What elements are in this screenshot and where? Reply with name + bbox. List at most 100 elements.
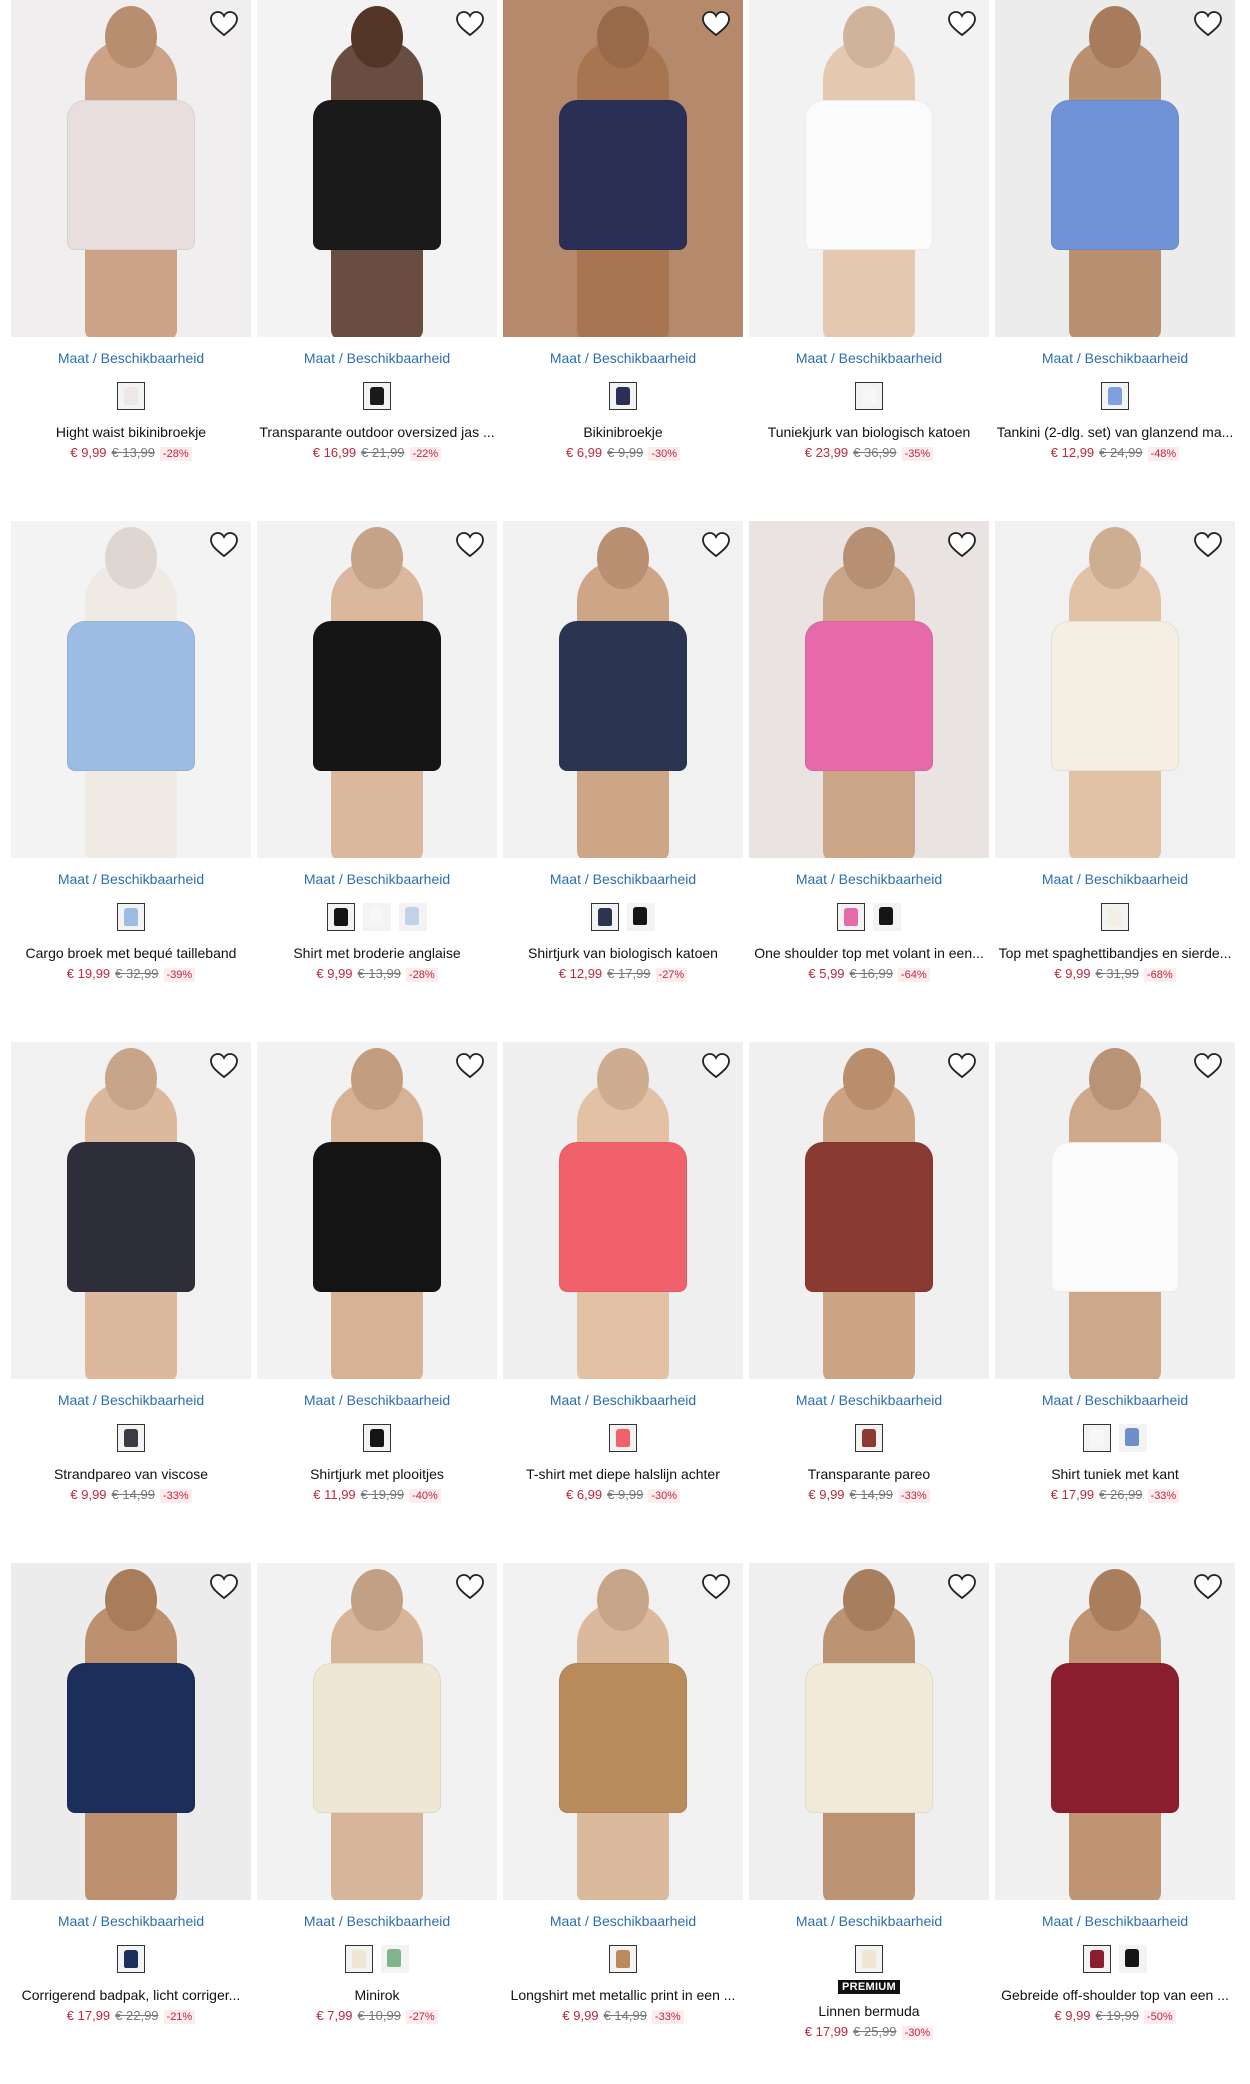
favorite-heart-icon[interactable]	[209, 531, 239, 559]
product-card[interactable]: Maat / Beschikbaarheid Shirt tuniek met …	[995, 1042, 1235, 1563]
product-name[interactable]: Tuniekjurk van biologisch katoen	[749, 424, 989, 440]
product-card[interactable]: Maat / Beschikbaarheid Minirok € 7,99 € 1…	[257, 1563, 497, 2084]
product-card[interactable]: Maat / Beschikbaarheid Hight waist bikin…	[11, 0, 251, 521]
product-card[interactable]: Maat / Beschikbaarheid Top met spaghetti…	[995, 521, 1235, 1042]
favorite-heart-icon[interactable]	[455, 531, 485, 559]
product-image[interactable]	[257, 521, 497, 858]
product-card[interactable]: Maat / Beschikbaarheid Longshirt met met…	[503, 1563, 743, 2084]
size-availability-link[interactable]: Maat / Beschikbaarheid	[11, 871, 251, 887]
product-card[interactable]: Maat / Beschikbaarheid PREMIUM Linnen be…	[749, 1563, 989, 2084]
size-availability-link[interactable]: Maat / Beschikbaarheid	[257, 350, 497, 366]
size-availability-link[interactable]: Maat / Beschikbaarheid	[257, 1913, 497, 1929]
favorite-heart-icon[interactable]	[455, 1052, 485, 1080]
product-card[interactable]: Maat / Beschikbaarheid Shirt met broderi…	[257, 521, 497, 1042]
product-name[interactable]: Strandpareo van viscose	[11, 1466, 251, 1482]
color-swatch[interactable]	[591, 903, 619, 931]
color-swatch[interactable]	[117, 903, 145, 931]
color-swatch[interactable]	[609, 1945, 637, 1973]
size-availability-link[interactable]: Maat / Beschikbaarheid	[749, 1392, 989, 1408]
product-card[interactable]: Maat / Beschikbaarheid Cargo broek met b…	[11, 521, 251, 1042]
color-swatch[interactable]	[381, 1945, 409, 1973]
favorite-heart-icon[interactable]	[1193, 10, 1223, 38]
color-swatch[interactable]	[363, 382, 391, 410]
size-availability-link[interactable]: Maat / Beschikbaarheid	[11, 1913, 251, 1929]
favorite-heart-icon[interactable]	[455, 1573, 485, 1601]
product-name[interactable]: Transparante outdoor oversized jas ...	[257, 424, 497, 440]
product-image[interactable]	[257, 1042, 497, 1379]
product-image[interactable]	[995, 521, 1235, 858]
favorite-heart-icon[interactable]	[209, 1052, 239, 1080]
size-availability-link[interactable]: Maat / Beschikbaarheid	[11, 1392, 251, 1408]
product-name[interactable]: Shirtjurk van biologisch katoen	[503, 945, 743, 961]
product-image[interactable]	[995, 1563, 1235, 1900]
product-card[interactable]: Maat / Beschikbaarheid Gebreide off-shou…	[995, 1563, 1235, 2084]
product-image[interactable]	[749, 1042, 989, 1379]
product-card[interactable]: Maat / Beschikbaarheid Tankini (2-dlg. s…	[995, 0, 1235, 521]
color-swatch[interactable]	[327, 903, 355, 931]
size-availability-link[interactable]: Maat / Beschikbaarheid	[503, 1913, 743, 1929]
size-availability-link[interactable]: Maat / Beschikbaarheid	[749, 871, 989, 887]
product-name[interactable]: Longshirt met metallic print in een ...	[503, 1987, 743, 2003]
color-swatch[interactable]	[1119, 1424, 1147, 1452]
color-swatch[interactable]	[1119, 1945, 1147, 1973]
favorite-heart-icon[interactable]	[1193, 1573, 1223, 1601]
color-swatch[interactable]	[627, 903, 655, 931]
product-image[interactable]	[503, 1042, 743, 1379]
product-image[interactable]	[11, 1042, 251, 1379]
color-swatch[interactable]	[363, 1424, 391, 1452]
favorite-heart-icon[interactable]	[701, 10, 731, 38]
color-swatch[interactable]	[609, 1424, 637, 1452]
product-image[interactable]	[11, 521, 251, 858]
product-image[interactable]	[749, 521, 989, 858]
color-swatch[interactable]	[1083, 1945, 1111, 1973]
product-name[interactable]: Shirtjurk met plooitjes	[257, 1466, 497, 1482]
color-swatch[interactable]	[609, 382, 637, 410]
product-name[interactable]: Transparante pareo	[749, 1466, 989, 1482]
color-swatch[interactable]	[1083, 1424, 1111, 1452]
product-card[interactable]: Maat / Beschikbaarheid Transparante outd…	[257, 0, 497, 521]
color-swatch[interactable]	[117, 382, 145, 410]
product-card[interactable]: Maat / Beschikbaarheid Transparante pare…	[749, 1042, 989, 1563]
size-availability-link[interactable]: Maat / Beschikbaarheid	[11, 350, 251, 366]
size-availability-link[interactable]: Maat / Beschikbaarheid	[503, 871, 743, 887]
favorite-heart-icon[interactable]	[1193, 531, 1223, 559]
favorite-heart-icon[interactable]	[947, 531, 977, 559]
product-image[interactable]	[11, 0, 251, 337]
product-card[interactable]: Maat / Beschikbaarheid Strandpareo van v…	[11, 1042, 251, 1563]
product-name[interactable]: Shirt tuniek met kant	[995, 1466, 1235, 1482]
product-image[interactable]	[257, 0, 497, 337]
color-swatch[interactable]	[1101, 382, 1129, 410]
product-name[interactable]: One shoulder top met volant in een...	[749, 945, 989, 961]
favorite-heart-icon[interactable]	[701, 1052, 731, 1080]
product-name[interactable]: Linnen bermuda	[749, 2003, 989, 2019]
product-name[interactable]: Gebreide off-shoulder top van een ...	[995, 1987, 1235, 2003]
favorite-heart-icon[interactable]	[455, 10, 485, 38]
color-swatch[interactable]	[399, 903, 427, 931]
product-name[interactable]: Corrigerend badpak, licht corriger...	[11, 1987, 251, 2003]
product-image[interactable]	[503, 0, 743, 337]
color-swatch[interactable]	[117, 1945, 145, 1973]
product-name[interactable]: Hight waist bikinibroekje	[11, 424, 251, 440]
product-card[interactable]: Maat / Beschikbaarheid Bikinibroekje € 6…	[503, 0, 743, 521]
color-swatch[interactable]	[117, 1424, 145, 1452]
product-image[interactable]	[503, 521, 743, 858]
product-image[interactable]	[257, 1563, 497, 1900]
product-image[interactable]	[995, 1042, 1235, 1379]
product-card[interactable]: Maat / Beschikbaarheid One shoulder top …	[749, 521, 989, 1042]
color-swatch[interactable]	[345, 1945, 373, 1973]
product-name[interactable]: Shirt met broderie anglaise	[257, 945, 497, 961]
product-image[interactable]	[749, 0, 989, 337]
favorite-heart-icon[interactable]	[701, 1573, 731, 1601]
favorite-heart-icon[interactable]	[209, 1573, 239, 1601]
favorite-heart-icon[interactable]	[947, 10, 977, 38]
size-availability-link[interactable]: Maat / Beschikbaarheid	[503, 350, 743, 366]
color-swatch[interactable]	[855, 382, 883, 410]
product-image[interactable]	[503, 1563, 743, 1900]
product-name[interactable]: Tankini (2-dlg. set) van glanzend ma...	[995, 424, 1235, 440]
size-availability-link[interactable]: Maat / Beschikbaarheid	[995, 871, 1235, 887]
favorite-heart-icon[interactable]	[701, 531, 731, 559]
product-image[interactable]	[995, 0, 1235, 337]
color-swatch[interactable]	[855, 1424, 883, 1452]
favorite-heart-icon[interactable]	[1193, 1052, 1223, 1080]
product-card[interactable]: Maat / Beschikbaarheid Shirtjurk van bio…	[503, 521, 743, 1042]
